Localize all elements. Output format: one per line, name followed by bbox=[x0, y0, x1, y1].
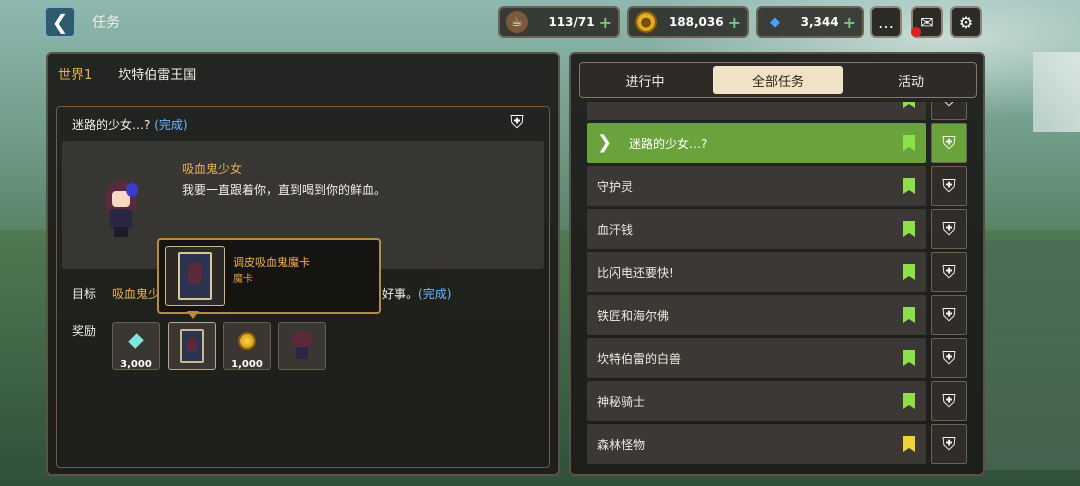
chat-button[interactable]: … bbox=[870, 6, 902, 38]
target-end-text: 好事。 bbox=[382, 287, 419, 301]
gem-icon bbox=[128, 333, 144, 349]
page-title: 任务 bbox=[92, 15, 120, 31]
shield-icon[interactable]: ⛨ bbox=[931, 123, 967, 163]
reward-slot-card[interactable] bbox=[168, 322, 216, 370]
back-button[interactable]: ❮ bbox=[44, 6, 76, 38]
npc-name: 吸血鬼少女 bbox=[182, 162, 243, 176]
quest-name: 神秘骑士 bbox=[597, 395, 646, 409]
chat-icon: … bbox=[878, 12, 894, 32]
tooltip-card-image bbox=[165, 246, 225, 306]
gold-counter[interactable]: ● 188,036 + bbox=[627, 6, 749, 38]
quest-name: 血汗钱 bbox=[597, 223, 634, 237]
gem-value: 3,344 bbox=[800, 15, 839, 29]
gem-icon: ◆ bbox=[770, 14, 780, 30]
shield-icon[interactable]: ⛨ bbox=[931, 381, 967, 421]
chevron-right-icon: ❯ bbox=[597, 132, 613, 153]
add-gold-icon[interactable]: + bbox=[728, 13, 741, 32]
background-edge bbox=[1033, 52, 1080, 132]
character-icon bbox=[290, 331, 314, 361]
quest-row[interactable]: 坎特伯雷的白兽 ⛨ bbox=[587, 338, 969, 378]
add-gem-icon[interactable]: + bbox=[843, 13, 856, 32]
card-icon bbox=[178, 252, 212, 300]
quest-title-text: 迷路的少女…? bbox=[72, 118, 151, 132]
quest-name: 坎特伯雷的白兽 bbox=[597, 352, 682, 366]
quest-row[interactable]: 守护灵 ⛨ bbox=[587, 166, 969, 206]
quest-name: 铁匠和海尔佛 bbox=[597, 309, 670, 323]
gem-counter[interactable]: ◆ 3,344 + bbox=[756, 6, 864, 38]
stamina-value: 113/71 bbox=[548, 15, 595, 29]
target-text-end: 好事。(完成) bbox=[382, 285, 451, 302]
quest-tabs: 进行中 全部任务 活动 bbox=[579, 62, 977, 98]
quest-name: 守护灵 bbox=[597, 180, 634, 194]
world-label: 世界1 bbox=[58, 68, 93, 83]
quest-list[interactable]: ⛨❯迷路的少女…?⛨守护灵⛨血汗钱⛨比闪电还要快!⛨铁匠和海尔佛⛨坎特伯雷的白兽… bbox=[587, 102, 969, 470]
stamina-counter[interactable]: ☕ 113/71 + bbox=[498, 6, 620, 38]
reward-label: 奖励 bbox=[72, 324, 97, 338]
quest-name: 比闪电还要快! bbox=[597, 266, 674, 280]
quest-status: (完成) bbox=[154, 118, 188, 132]
quest-name: 迷路的少女…? bbox=[629, 137, 708, 151]
settings-button[interactable]: ⚙ bbox=[950, 6, 982, 38]
shield-icon[interactable]: ⛨ bbox=[931, 252, 967, 292]
quest-row[interactable]: 血汗钱 ⛨ bbox=[587, 209, 969, 249]
breadcrumb: 世界1 坎特伯雷王国 bbox=[58, 64, 196, 83]
quest-row[interactable]: 神秘骑士 ⛨ bbox=[587, 381, 969, 421]
target-status: (完成) bbox=[418, 287, 452, 301]
gold-value: 188,036 bbox=[668, 15, 724, 29]
target-text: 吸血鬼少 bbox=[112, 287, 161, 301]
reward-slot-character[interactable] bbox=[278, 322, 326, 370]
quest-row[interactable]: ⛨ bbox=[587, 102, 969, 120]
tab-events[interactable]: 活动 bbox=[846, 63, 976, 97]
npc-dialog-text: 我要一直跟着你，直到喝到你的鲜血。 bbox=[182, 183, 387, 197]
reward-qty: 1,000 bbox=[231, 359, 263, 370]
coin-icon bbox=[238, 332, 256, 350]
tooltip-item-name: 调皮吸血鬼魔卡 bbox=[233, 256, 310, 269]
quest-row[interactable]: 森林怪物 ⛨ bbox=[587, 424, 969, 464]
mail-icon: ✉ bbox=[920, 12, 934, 32]
shield-icon[interactable]: ⛨ bbox=[931, 338, 967, 378]
quest-row-box[interactable] bbox=[587, 209, 926, 249]
shield-icon[interactable]: ⛨ bbox=[931, 424, 967, 464]
chevron-left-icon: ❮ bbox=[51, 10, 69, 34]
gear-icon: ⚙ bbox=[958, 12, 974, 32]
reward-tooltip: 调皮吸血鬼魔卡 魔卡 bbox=[157, 238, 381, 314]
quest-row[interactable]: 铁匠和海尔佛 ⛨ bbox=[587, 295, 969, 335]
tooltip-arrow bbox=[187, 311, 199, 319]
npc-portrait bbox=[104, 181, 140, 237]
shield-icon[interactable]: ⛨ bbox=[931, 102, 967, 120]
shield-icon[interactable]: ⛨ bbox=[931, 295, 967, 335]
add-stamina-icon[interactable]: + bbox=[599, 13, 612, 32]
kingdom-label: 坎特伯雷王国 bbox=[118, 68, 197, 83]
quest-row[interactable]: 比闪电还要快! ⛨ bbox=[587, 252, 969, 292]
quest-list-panel: 进行中 全部任务 活动 ⛨❯迷路的少女…?⛨守护灵⛨血汗钱⛨比闪电还要快!⛨铁匠… bbox=[569, 52, 985, 476]
quest-row-box[interactable] bbox=[587, 166, 926, 206]
shield-icon[interactable]: ⛨ bbox=[931, 209, 967, 249]
quest-title: 迷路的少女…? (完成) bbox=[72, 116, 188, 133]
card-icon bbox=[180, 329, 204, 363]
shield-icon[interactable]: ⛨ bbox=[504, 112, 530, 138]
coffee-icon: ☕ bbox=[506, 11, 528, 33]
target-label: 目标 bbox=[72, 287, 97, 301]
quest-row-selected[interactable]: ❯ 迷路的少女…? ⛨ bbox=[587, 123, 969, 163]
notification-dot bbox=[911, 27, 921, 37]
background-ruin bbox=[985, 240, 1080, 470]
reward-qty: 3,000 bbox=[120, 359, 152, 370]
reward-slot-gem[interactable]: 3,000 bbox=[112, 322, 160, 370]
quest-name: 森林怪物 bbox=[597, 438, 646, 452]
tooltip-item-type: 魔卡 bbox=[233, 274, 253, 285]
shield-icon[interactable]: ⛨ bbox=[931, 166, 967, 206]
tab-all-quests[interactable]: 全部任务 bbox=[713, 66, 843, 94]
reward-slot-coin[interactable]: 1,000 bbox=[223, 322, 271, 370]
quest-row-box[interactable] bbox=[587, 102, 926, 120]
tab-in-progress[interactable]: 进行中 bbox=[580, 63, 710, 97]
coin-icon: ● bbox=[635, 11, 657, 33]
